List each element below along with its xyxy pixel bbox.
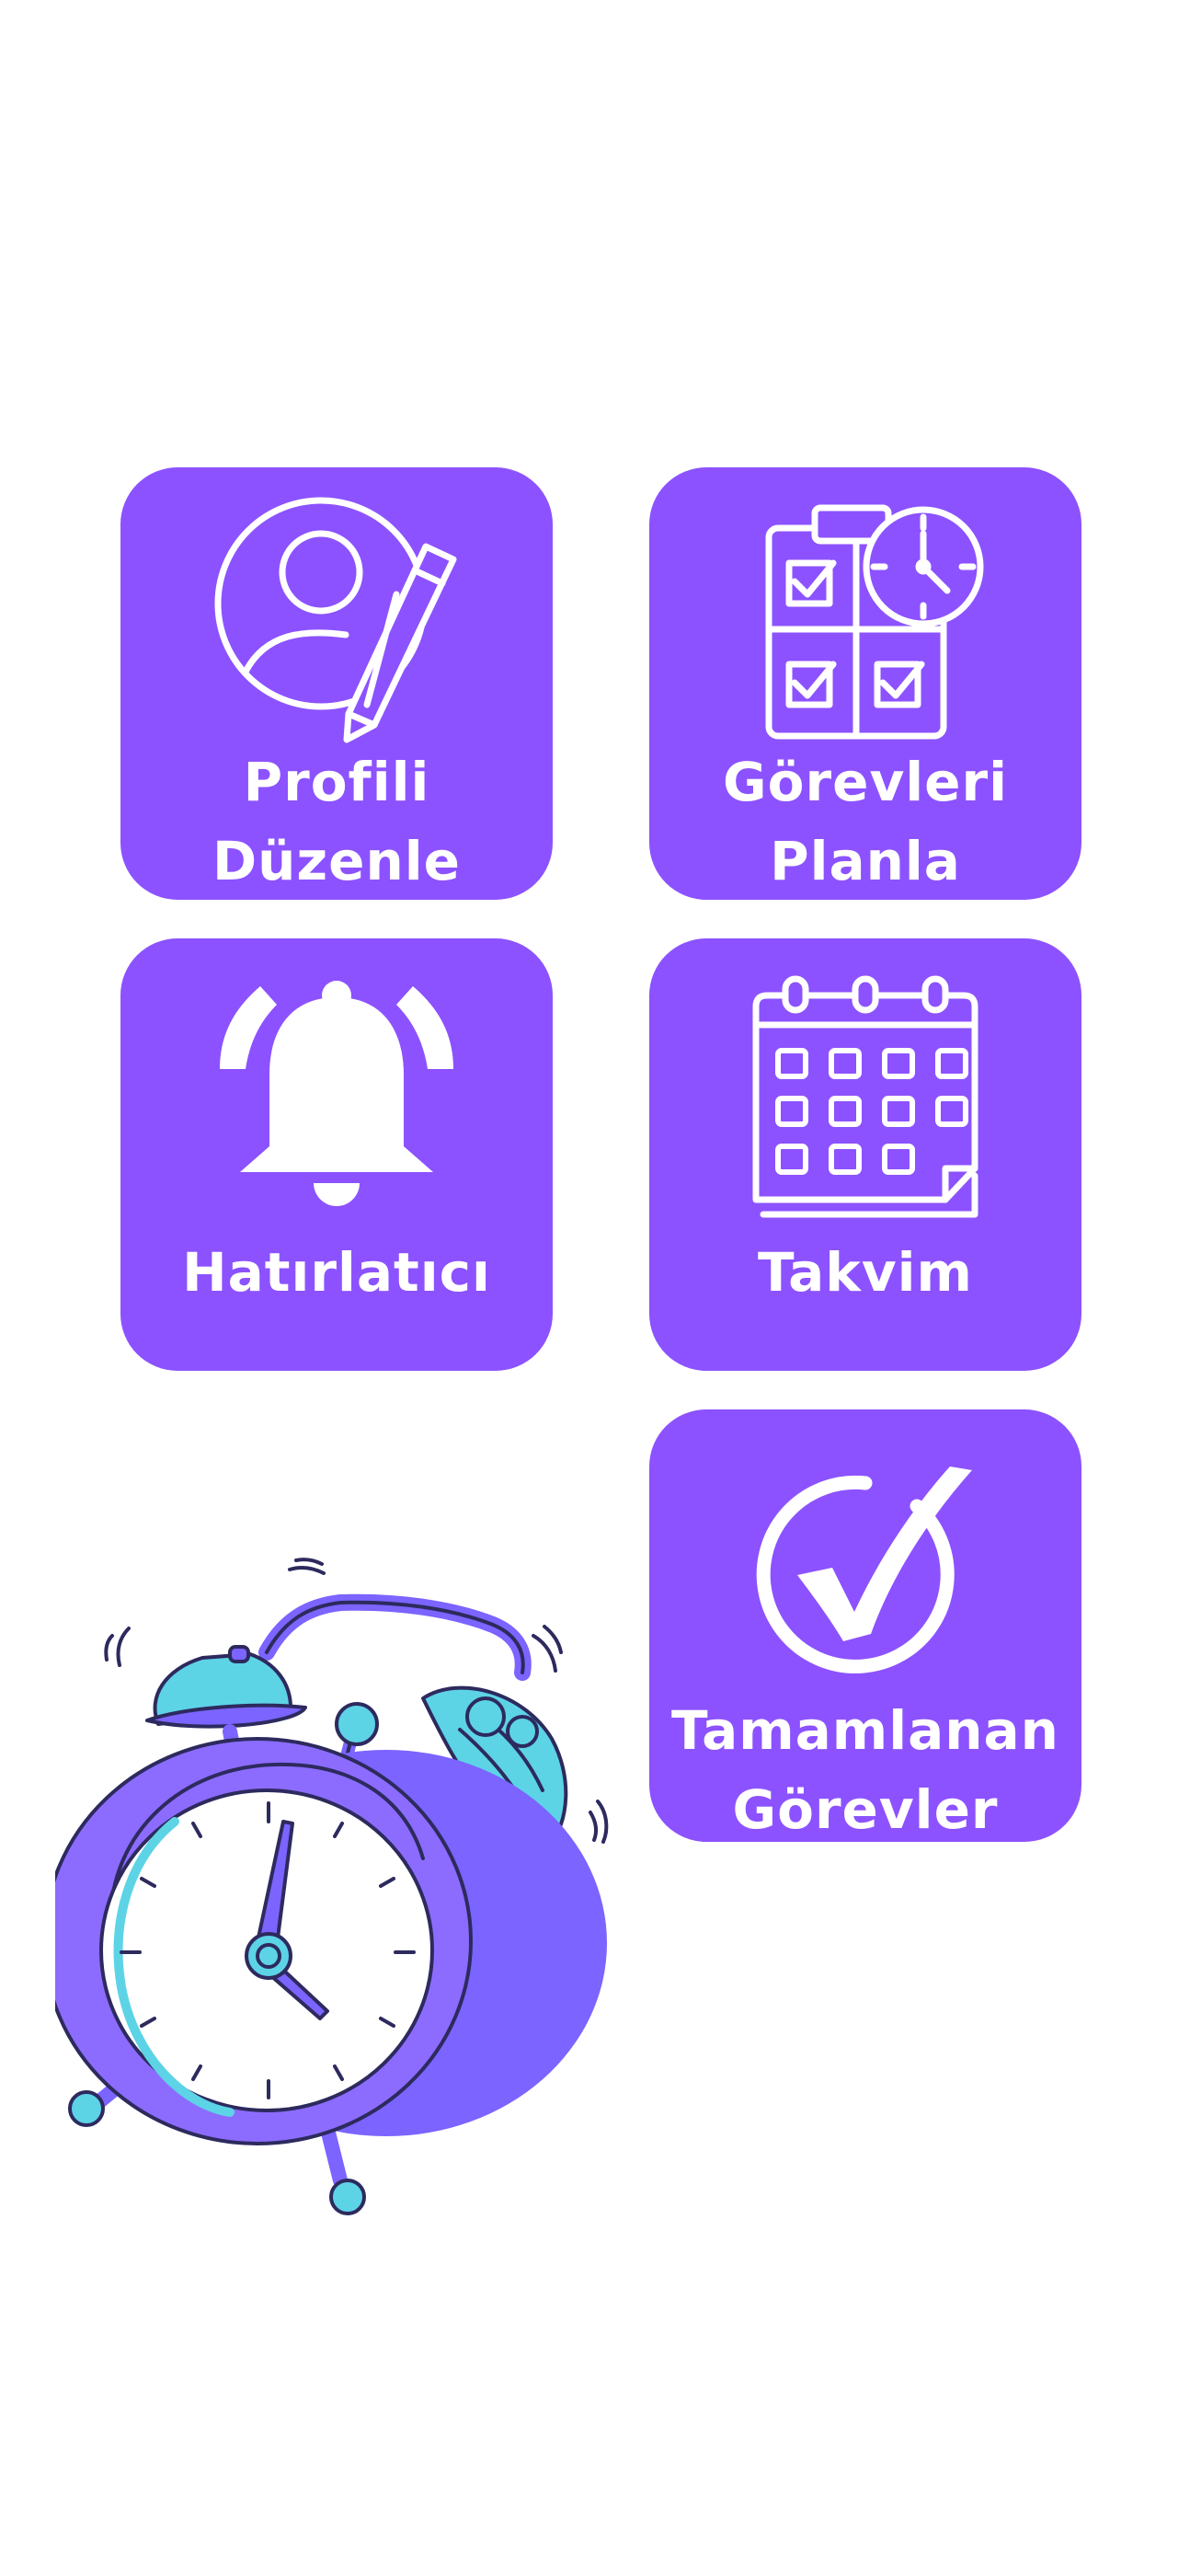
plan-tasks-button[interactable]: Görevleri Planla — [649, 467, 1081, 900]
label-line: Görevler — [732, 1778, 999, 1841]
edit-profile-label: Profili Düzenle — [120, 742, 553, 900]
label-line: Takvim — [758, 1241, 973, 1304]
alarm-clock-illustration — [42, 1555, 644, 2239]
calendar-button[interactable]: Takvim — [649, 938, 1081, 1371]
plan-tasks-label: Görevleri Planla — [649, 742, 1081, 900]
reminder-label: Hatırlatıcı — [120, 1233, 553, 1312]
completed-tasks-button[interactable]: Tamamlanan Görevler — [649, 1409, 1081, 1842]
label-line: Planla — [770, 830, 961, 892]
completed-tasks-label: Tamamlanan Görevler — [649, 1691, 1081, 1842]
edit-profile-button[interactable]: Profili Düzenle — [120, 467, 553, 900]
bell-icon — [120, 973, 553, 1213]
label-line: Düzenle — [212, 830, 462, 892]
calendar-icon — [649, 973, 1081, 1222]
calendar-label: Takvim — [649, 1233, 1081, 1312]
label-line: Profili — [243, 751, 430, 813]
check-circle-icon — [649, 1454, 1081, 1674]
label-line: Görevleri — [723, 751, 1008, 813]
user-pencil-icon — [120, 495, 553, 743]
reminder-button[interactable]: Hatırlatıcı — [120, 938, 553, 1371]
clipboard-clock-icon — [649, 495, 1081, 743]
label-line: Tamamlanan — [671, 1699, 1059, 1762]
label-line: Hatırlatıcı — [182, 1241, 491, 1304]
